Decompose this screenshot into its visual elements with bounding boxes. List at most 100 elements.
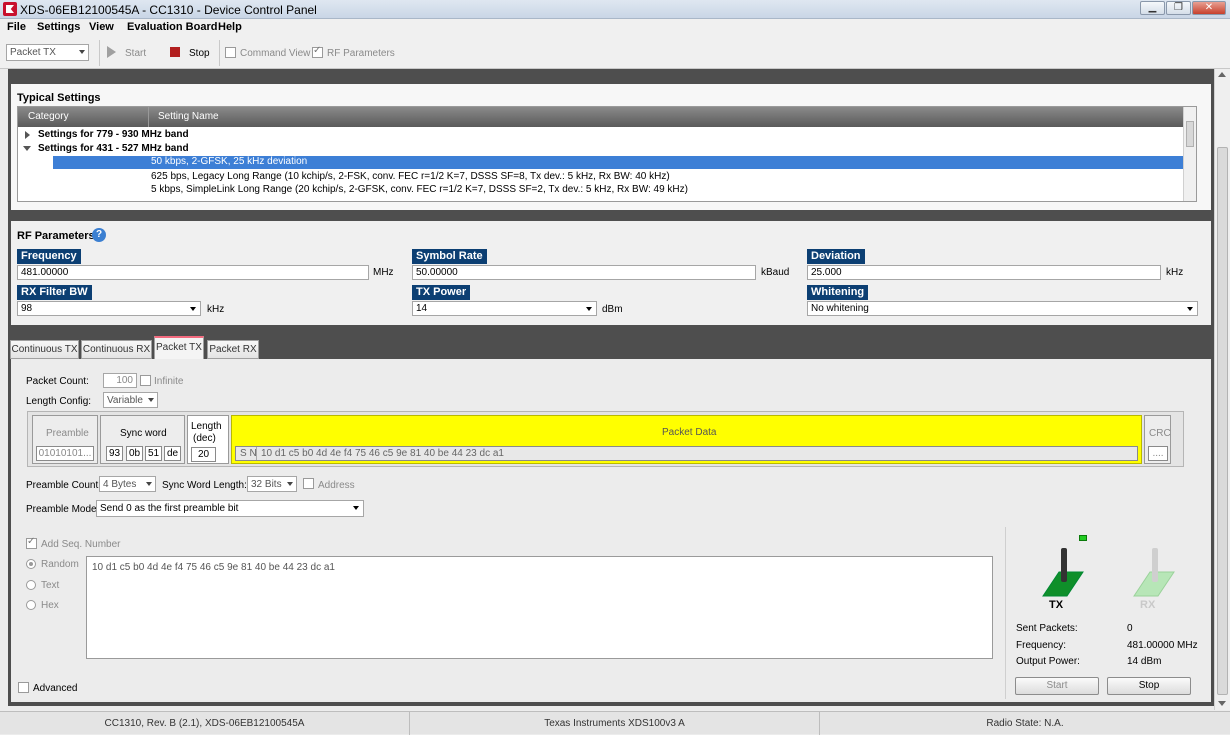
rf-parameters-title: RF Parameters [17, 230, 95, 242]
command-view-checkbox[interactable] [225, 47, 236, 58]
menu-view[interactable]: View [89, 21, 114, 33]
advanced-checkbox[interactable] [18, 682, 29, 693]
rx-label: RX [1140, 599, 1156, 611]
mode-select-value: Packet TX [10, 47, 56, 58]
length-block: Length (dec) 20 [187, 415, 229, 464]
status-bar: CC1310, Rev. B (2.1), XDS-06EB12100545A … [0, 711, 1230, 735]
preamble-count-label: Preamble Count: [26, 480, 102, 491]
mode-select[interactable]: Packet TX [6, 44, 89, 61]
packet-data-field[interactable]: S N 10 d1 c5 b0 4d 4e f4 75 46 c5 9e 81 … [235, 446, 1138, 461]
stop-icon [170, 47, 180, 57]
random-radio[interactable] [26, 559, 36, 569]
add-seq-number-checkbox[interactable] [26, 536, 37, 549]
table-row-selected[interactable]: 50 kbps, 2-GFSK, 25 kHz deviation [53, 156, 1183, 169]
length-config-select[interactable]: Variable [103, 392, 158, 408]
menu-help[interactable]: Help [218, 21, 242, 33]
radio-dot [29, 562, 33, 566]
tab-continuous-rx[interactable]: Continuous RX [81, 340, 152, 359]
expand-icon[interactable] [25, 131, 30, 139]
scrollbar-thumb[interactable] [1217, 147, 1228, 695]
command-view-label: Command View [240, 48, 311, 59]
menu-file[interactable]: File [7, 21, 26, 33]
menu-evaluation-board[interactable]: Evaluation Board [127, 21, 217, 33]
preamble-mode-value: Send 0 as the first preamble bit [100, 503, 239, 514]
packet-tx-panel: Packet Count: 100 Infinite Length Config… [11, 359, 1211, 702]
rx-filter-bw-select[interactable]: 98 [17, 301, 201, 316]
scrollbar-thumb[interactable] [1186, 121, 1194, 147]
col-setting-name[interactable]: Setting Name [158, 111, 219, 122]
table-scrollbar[interactable] [1183, 107, 1196, 201]
sync-word-length-select[interactable]: 32 Bits [247, 476, 297, 492]
probe-status: Texas Instruments XDS100v3 A [410, 712, 820, 735]
col-category[interactable]: Category [28, 111, 69, 122]
list-item[interactable]: Settings for 779 - 930 MHz band [38, 129, 189, 140]
deviation-field[interactable]: 25.000 [807, 265, 1161, 280]
length-field[interactable]: 20 [191, 447, 216, 462]
rf-parameters-checkbox[interactable] [312, 45, 323, 58]
hex-radio[interactable] [26, 600, 36, 610]
scroll-up-icon[interactable] [1218, 72, 1226, 77]
preamble-field[interactable]: 01010101... [36, 446, 94, 461]
infinite-checkbox[interactable] [140, 375, 151, 386]
symbol-rate-field[interactable]: 50.00000 [412, 265, 756, 280]
field-divider [256, 447, 257, 460]
random-label: Random [41, 559, 79, 570]
sync-byte-field[interactable]: 51 [145, 446, 162, 461]
sent-packets-value: 0 [1127, 623, 1133, 634]
chevron-down-icon [287, 482, 293, 486]
list-item[interactable]: Settings for 431 - 527 MHz band [38, 143, 189, 154]
symbol-rate-unit: kBaud [761, 267, 790, 278]
tab-packet-tx[interactable]: Packet TX [154, 336, 204, 360]
start-tx-button[interactable]: Start [1015, 677, 1099, 695]
packet-data-value: 10 d1 c5 b0 4d 4e f4 75 46 c5 9e 81 40 b… [261, 448, 504, 459]
scroll-down-icon[interactable] [1218, 701, 1226, 706]
rx-antenna-icon [1133, 548, 1175, 597]
sync-byte-field[interactable]: de [164, 446, 181, 461]
menu-settings[interactable]: Settings [37, 21, 80, 33]
chevron-down-icon [586, 307, 592, 311]
sent-packets-label: Sent Packets: [1016, 623, 1078, 634]
maximize-button[interactable]: ❐ [1166, 1, 1191, 15]
typical-settings-table[interactable]: Category Setting Name Settings for 779 -… [17, 106, 1197, 202]
address-checkbox[interactable] [303, 478, 314, 489]
text-radio[interactable] [26, 580, 36, 590]
preamble-mode-select[interactable]: Send 0 as the first preamble bit [96, 500, 364, 517]
tx-led-icon [1079, 535, 1087, 541]
sync-word-block: Sync word 93 0b 51 de [100, 415, 185, 464]
preamble-count-select[interactable]: 4 Bytes [99, 476, 156, 492]
packet-count-field[interactable]: 100 [103, 373, 137, 388]
tab-continuous-tx[interactable]: Continuous TX [10, 340, 79, 359]
table-row[interactable]: 5 kbps, SimpleLink Long Range (20 kchip/… [151, 184, 688, 195]
chevron-down-icon [146, 482, 152, 486]
tab-packet-rx[interactable]: Packet RX [207, 340, 259, 359]
rf-parameters-label: RF Parameters [327, 48, 395, 59]
chevron-down-icon [353, 506, 359, 510]
deviation-unit: kHz [1166, 267, 1184, 278]
infinite-label: Infinite [154, 376, 184, 387]
crc-field[interactable]: .... [1148, 446, 1168, 461]
sync-word-label: Sync word [120, 428, 167, 439]
preamble-count-value: 4 Bytes [103, 479, 137, 490]
ti-logo-icon [3, 2, 17, 16]
tx-power-select[interactable]: 14 [412, 301, 597, 316]
payload-textarea[interactable]: 10 d1 c5 b0 4d 4e f4 75 46 c5 9e 81 40 b… [86, 556, 993, 659]
minimize-button[interactable]: ▁ [1140, 1, 1165, 15]
collapse-icon[interactable] [23, 146, 31, 151]
chevron-down-icon [190, 307, 196, 311]
text-label: Text [41, 580, 60, 591]
whitening-select[interactable]: No whitening [807, 301, 1198, 316]
whitening-value: No whitening [811, 303, 869, 314]
stop-tx-button[interactable]: Stop [1107, 677, 1191, 695]
start-button[interactable]: Start [125, 48, 146, 59]
sync-byte-field[interactable]: 93 [106, 446, 123, 461]
device-status: CC1310, Rev. B (2.1), XDS-06EB12100545A [0, 712, 410, 735]
frequency-label: Frequency [17, 249, 81, 264]
frequency-field[interactable]: 481.00000 [17, 265, 369, 280]
stop-button[interactable]: Stop [189, 48, 210, 59]
tx-power-unit: dBm [602, 304, 623, 315]
main-scrollbar[interactable] [1214, 69, 1230, 710]
sync-byte-field[interactable]: 0b [126, 446, 143, 461]
help-icon[interactable]: ? [92, 228, 106, 242]
close-button[interactable]: ✕ [1192, 1, 1226, 15]
table-row[interactable]: 625 bps, Legacy Long Range (10 kchip/s, … [151, 171, 670, 182]
